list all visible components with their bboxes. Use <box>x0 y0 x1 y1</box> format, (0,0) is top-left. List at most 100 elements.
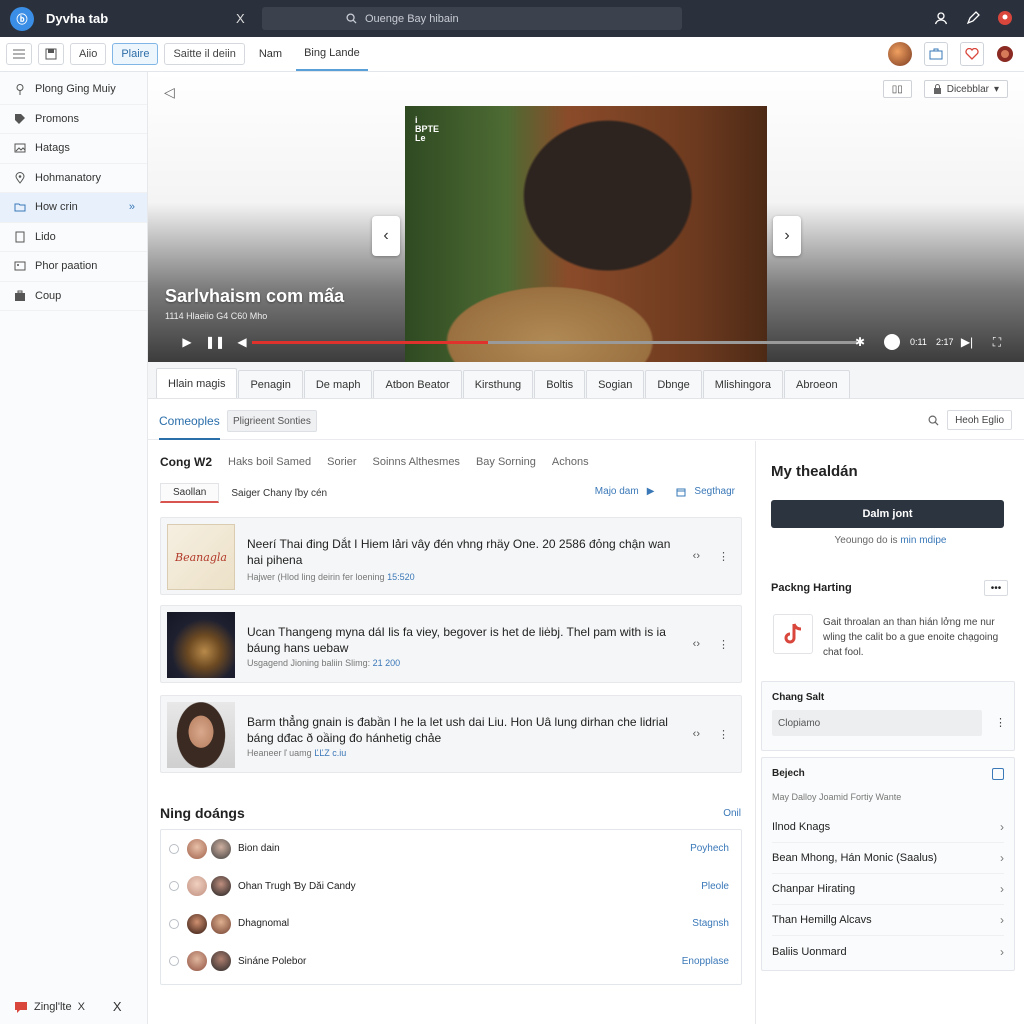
settings-icon[interactable]: ✱ <box>853 335 867 349</box>
item-title[interactable]: Ucan Thangeng myna dáI lis fa viey, bego… <box>247 624 687 656</box>
majo-dam-link[interactable]: Majo dam <box>595 486 639 497</box>
prev-arrow-icon[interactable]: ‹ <box>372 216 400 256</box>
bag-button[interactable] <box>924 42 948 66</box>
settle-button[interactable]: Saitte il deiin <box>164 43 245 65</box>
avatar[interactable] <box>888 42 912 66</box>
tab-boltis[interactable]: Boltis <box>534 370 586 398</box>
section-link[interactable]: Onil <box>723 808 741 819</box>
aiio-button[interactable]: Aiio <box>70 43 107 65</box>
person-role[interactable]: Enopplase <box>682 956 729 967</box>
join-button[interactable]: Dalm jont <box>771 500 1004 528</box>
search-icon[interactable] <box>928 415 939 426</box>
list-item[interactable]: Chanpar Hirating › <box>772 874 1004 905</box>
tab-close-button[interactable]: X <box>236 11 256 26</box>
more-options-icon[interactable]: ⋮ <box>718 550 729 563</box>
filter-bay[interactable]: Bay Sorning <box>476 456 536 468</box>
tab-mlishingora[interactable]: Mlishingora <box>702 370 784 398</box>
app-logo[interactable]: ⓑ <box>10 6 34 31</box>
sidebar-item-phor[interactable]: Phor paation <box>0 252 147 282</box>
list-view-button[interactable] <box>6 43 32 65</box>
filter-cong[interactable]: Cong W2 <box>160 455 212 469</box>
list-item[interactable]: Bion dain Poyhech <box>161 830 741 868</box>
radio-button[interactable] <box>169 843 179 854</box>
list-item[interactable]: Ucan Thangeng myna dáI lis fa viey, bego… <box>160 605 742 683</box>
tab-comeoples[interactable]: Comeoples <box>159 414 220 440</box>
back-icon[interactable]: ◁ <box>164 84 175 101</box>
person-role[interactable]: Poyhech <box>690 843 729 854</box>
chang-select[interactable]: Clopiamo <box>772 710 982 736</box>
radio-button[interactable] <box>169 918 179 929</box>
radio-button[interactable] <box>169 881 179 892</box>
search-input[interactable]: Ouenge Bay hibain <box>262 7 682 30</box>
list-item[interactable]: Ohan Trugh Ɓy Dăi Candy Pleole <box>161 868 741 906</box>
skip-next-icon[interactable]: ▶| <box>960 335 974 349</box>
notification-icon[interactable] <box>996 9 1014 27</box>
filter-achons[interactable]: Achons <box>552 456 589 468</box>
filter-chip[interactable]: Pligrieent Sonties <box>227 410 317 432</box>
filter-soinns[interactable]: Soinns Althesmes <box>373 456 460 468</box>
footer-label[interactable]: Zingl'lte <box>34 1001 72 1013</box>
sidebar-item-how-crin[interactable]: How crin » <box>0 193 147 223</box>
nav-link-bing[interactable]: Bing Lande <box>296 37 368 71</box>
list-item[interactable]: Dhagnomal Stagnsh <box>161 905 741 943</box>
list-item[interactable]: Bean Mhong, Hán Monic (Saalus) › <box>772 843 1004 874</box>
display-dropdown[interactable]: Dicebblar ▾ <box>923 80 1008 98</box>
favorite-button[interactable] <box>960 42 984 66</box>
tab-sogian[interactable]: Sogian <box>586 370 645 398</box>
help-icon[interactable] <box>996 45 1014 63</box>
pen-icon[interactable] <box>964 9 982 27</box>
volume-icon[interactable]: ◀ <box>235 335 249 349</box>
list-item[interactable]: Sináne Polebor Enopplase <box>161 943 741 981</box>
tab-hlain-magis[interactable]: Hlain magis <box>156 368 238 398</box>
play-icon[interactable]: ▶ <box>180 335 194 349</box>
sidebar-item-plong[interactable]: Plong Ging Muiy <box>0 75 147 105</box>
share-icon[interactable]: ‹› <box>693 728 700 741</box>
share-icon[interactable]: ‹› <box>693 638 700 651</box>
more-options-icon[interactable]: ⋮ <box>718 638 729 651</box>
edit-icon[interactable] <box>992 768 1004 780</box>
tab-penagin[interactable]: Penagin <box>238 370 303 398</box>
sidebar-item-hohmanatory[interactable]: Hohmanatory <box>0 164 147 193</box>
tab-kirsthung[interactable]: Kirsthung <box>462 370 534 398</box>
sidebar-item-coup[interactable]: Coup <box>0 282 147 311</box>
segthagr-link[interactable]: Segthagr <box>694 486 735 497</box>
list-item[interactable]: Baliis Uonmard › <box>772 936 1004 967</box>
tab-abroeon[interactable]: Abroeon <box>784 370 850 398</box>
save-button[interactable] <box>38 43 64 65</box>
more-button[interactable]: ••• <box>984 580 1008 596</box>
list-item[interactable]: Than Hemillg Alcavs › <box>772 905 1004 936</box>
sort-tab-active[interactable]: Saollan <box>160 483 220 503</box>
plaire-button[interactable]: Plaire <box>112 43 159 65</box>
sidebar-item-promons[interactable]: Promons <box>0 105 147 134</box>
share-icon[interactable]: ‹› <box>693 550 700 563</box>
user-icon[interactable] <box>932 9 950 27</box>
pause-icon[interactable]: ❚❚ <box>205 335 225 349</box>
progress-bar[interactable] <box>252 341 857 344</box>
play-small-icon[interactable]: ▶ <box>647 486 655 497</box>
footer-close-button[interactable]: X <box>78 1001 85 1013</box>
more-options-icon[interactable]: ⋮ <box>995 716 1006 729</box>
tab-de-maph[interactable]: De maph <box>303 370 373 398</box>
filter-sorier[interactable]: Sorier <box>327 456 356 468</box>
help-button[interactable]: Heoh Eglio <box>947 410 1012 430</box>
tab-atbon-beator[interactable]: Atbon Beator <box>373 370 462 398</box>
list-item[interactable]: Ilnod Knags › <box>772 812 1004 843</box>
fullscreen-icon[interactable]: ⛶ <box>990 335 1004 349</box>
item-title[interactable]: Barm thẳng gnain is đabần I he la let us… <box>247 714 687 746</box>
sidebar-item-lido[interactable]: Lido <box>0 223 147 252</box>
person-role[interactable]: Stagnsh <box>692 918 729 929</box>
person-role[interactable]: Pleole <box>701 881 729 892</box>
collapse-button[interactable]: X <box>113 999 122 1014</box>
sidebar-item-hatags[interactable]: Hatags <box>0 134 147 164</box>
tab-dbnge[interactable]: Dbnge <box>645 370 702 398</box>
radio-button[interactable] <box>169 956 179 967</box>
item-title[interactable]: Neerí Thai đing Dắt I Hiem lảri vây đén … <box>247 536 687 568</box>
list-item[interactable]: Barm thẳng gnain is đabần I he la let us… <box>160 695 742 773</box>
layout-button[interactable]: ▯▯ <box>882 80 912 98</box>
record-icon[interactable] <box>884 334 900 350</box>
expand-arrow-icon[interactable]: » <box>129 201 135 213</box>
next-arrow-icon[interactable]: › <box>773 216 801 256</box>
more-options-icon[interactable]: ⋮ <box>718 728 729 741</box>
nav-link-nam[interactable]: Nam <box>259 48 282 60</box>
list-item[interactable]: Beanagla Neerí Thai đing Dắt I Hiem lảri… <box>160 517 742 595</box>
